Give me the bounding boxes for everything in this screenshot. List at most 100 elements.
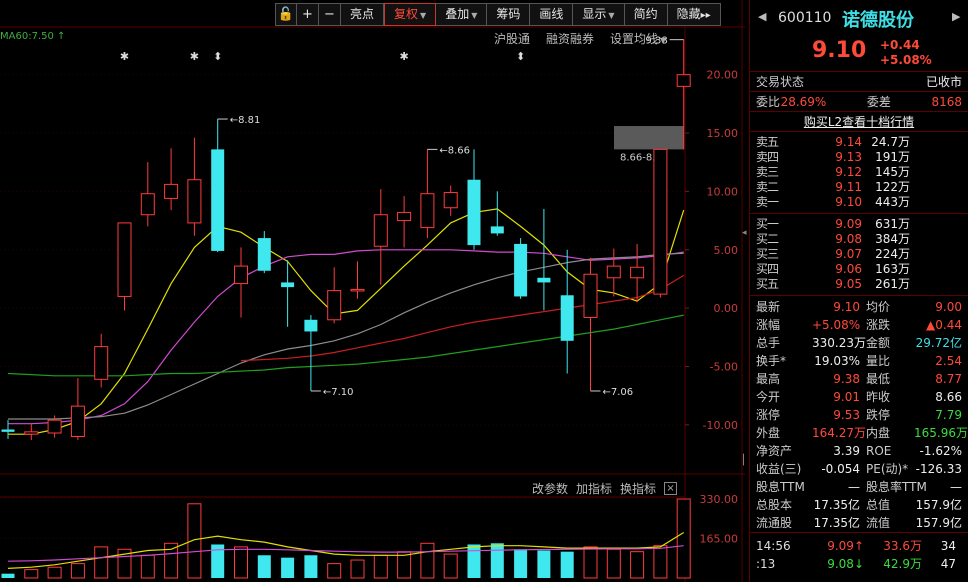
- volume-bar: [514, 549, 528, 578]
- event-marker: ⬍: [213, 50, 222, 63]
- ma-settings-link[interactable]: 设置均线 ▼: [610, 30, 666, 47]
- switch-indicator-button[interactable]: 换指标: [620, 480, 656, 497]
- volume-bar: [606, 548, 621, 579]
- quote-value: 29.72亿: [915, 336, 962, 350]
- volume-bar: [467, 544, 481, 578]
- quote-value: 9.53: [833, 408, 860, 422]
- trade-status-row: 交易状态 已收市: [750, 72, 968, 92]
- quote-value: +5.08%: [812, 318, 861, 332]
- ask-row: 卖四 9.13 191万: [750, 150, 968, 165]
- quote-label: 最低: [866, 372, 891, 386]
- chips-button[interactable]: 筹码: [487, 3, 531, 26]
- caret-down-icon: ▼: [608, 11, 615, 20]
- ask-price: 9.12: [835, 165, 862, 179]
- quote-label: 量比: [866, 354, 891, 368]
- y-tick-label: 0.00: [714, 302, 739, 315]
- next-stock-icon[interactable]: ▶: [952, 10, 960, 23]
- zoom-in-icon[interactable]: +: [297, 3, 319, 26]
- quote-row: 总手 330.23万 金额 29.72亿: [750, 334, 968, 352]
- candle-body: [606, 265, 621, 279]
- price-change: +0.44 +5.08%: [880, 38, 932, 68]
- add-indicator-button[interactable]: 加指标: [576, 480, 612, 497]
- overlay-button[interactable]: 叠加 ▼: [436, 3, 488, 26]
- candle-body: [676, 74, 691, 87]
- quote-value: 330.23万: [812, 336, 866, 350]
- quote-row: 换手* 19.03% 量比 2.54: [750, 352, 968, 370]
- candle-body: [327, 290, 342, 321]
- y-tick-label: 5.00: [714, 244, 739, 257]
- quote-label: 总手: [756, 336, 781, 350]
- prev-stock-icon[interactable]: ◀: [758, 10, 766, 23]
- quote-value: 157.9亿: [915, 516, 962, 530]
- volume-bar: [140, 554, 155, 579]
- volume-bar: [327, 563, 342, 579]
- quote-value: 9.38: [833, 372, 860, 386]
- trade-status-label: 交易状态: [756, 75, 805, 89]
- volume-bar: [560, 551, 574, 578]
- bid-volume: 261万: [875, 277, 910, 291]
- close-icon[interactable]: ×: [664, 482, 678, 495]
- display-button[interactable]: 显示 ▼: [573, 3, 625, 26]
- indicator-toolbar: 改参数 加指标 换指标 ×: [532, 480, 678, 497]
- volume-bar: [583, 546, 598, 579]
- panel-toggle-icon[interactable]: ▏: [743, 455, 751, 485]
- highlight-button[interactable]: 亮点: [341, 3, 385, 26]
- candle-body: [1, 429, 15, 432]
- bid-price: 9.07: [835, 247, 862, 261]
- candle-body: [140, 193, 155, 216]
- quote-label: 流通股: [756, 516, 793, 530]
- stock-header: ◀ 600110 诺德股份 ▶: [750, 0, 968, 36]
- quote-row: 最高 9.38 最低 8.77: [750, 370, 968, 388]
- change-params-button[interactable]: 改参数: [532, 480, 568, 497]
- bid-volume: 224万: [875, 247, 910, 261]
- ask-volume: 145万: [875, 165, 910, 179]
- buy-l2-link[interactable]: 购买L2查看十档行情: [750, 112, 968, 132]
- quote-value: 165.96万: [914, 426, 968, 440]
- quote-label: 均价: [866, 300, 891, 314]
- volume-bar: [676, 498, 691, 579]
- quote-panel: ◀ 600110 诺德股份 ▶ 9.10 +0.44 +5.08% 交易状态 已…: [749, 0, 968, 582]
- last-price: 9.10: [812, 38, 867, 63]
- annotation-label: ←7.06: [603, 387, 634, 398]
- draw-line-button[interactable]: 画线: [530, 3, 574, 26]
- candle-body: [70, 405, 85, 437]
- volume-bar: [24, 569, 39, 579]
- bid-price: 9.05: [835, 277, 862, 291]
- quote-label: 涨跌: [866, 318, 891, 332]
- ma60-label: MA60:7.50 ↑: [0, 31, 66, 42]
- volume-bar: [1, 573, 15, 578]
- adjust-button[interactable]: 复权 ▼: [384, 3, 437, 26]
- ask-book: 卖五 9.14 24.7万 卖四 9.13 191万 卖三 9.12 145万 卖二 9.11 122…: [750, 132, 968, 214]
- candle-body: [164, 183, 179, 199]
- tick-count: 34: [940, 539, 956, 553]
- change-value: +0.44: [880, 38, 920, 52]
- quote-label: 收益(三): [756, 462, 802, 476]
- candle-body: [350, 288, 365, 292]
- quote-label: 净资产: [756, 444, 793, 458]
- volume-bar: [537, 550, 551, 578]
- quote-value: 3.39: [833, 444, 860, 458]
- quote-value: 7.79: [935, 408, 962, 422]
- quote-value: 9.10: [833, 300, 860, 314]
- candle-body: [653, 148, 668, 295]
- quote-label: 总值: [866, 498, 891, 512]
- quote-row: 总股本 17.35亿 总值 157.9亿: [750, 496, 968, 514]
- simple-button[interactable]: 简约: [624, 3, 668, 26]
- candle-body: [24, 431, 39, 435]
- hide-button[interactable]: 隐藏▸▸: [667, 3, 721, 26]
- ask-volume: 24.7万: [871, 135, 910, 149]
- quote-label: 换手*: [756, 354, 787, 368]
- lock-icon[interactable]: 🔓: [275, 3, 297, 26]
- quote-row: 涨幅 +5.08% 涨跌 ▲0.44: [750, 316, 968, 334]
- candle-body: [514, 243, 528, 297]
- quote-row: 今开 9.01 昨收 8.66: [750, 388, 968, 406]
- tick-time: 14:56: [756, 539, 791, 553]
- hk-connect-link[interactable]: 沪股通: [494, 30, 530, 47]
- ask-volume: 443万: [875, 195, 910, 209]
- quote-table: 最新 9.10 均价 9.00 涨幅 +5.08% 涨跌 ▲0.44 总手 330.23万 金额 29…: [750, 296, 968, 533]
- zoom-out-icon[interactable]: −: [319, 3, 341, 26]
- margin-trading-link[interactable]: 融资融券: [546, 30, 594, 47]
- quote-value: —: [848, 480, 860, 494]
- candle-body: [304, 319, 318, 332]
- collapse-left-icon[interactable]: ◂: [742, 228, 747, 238]
